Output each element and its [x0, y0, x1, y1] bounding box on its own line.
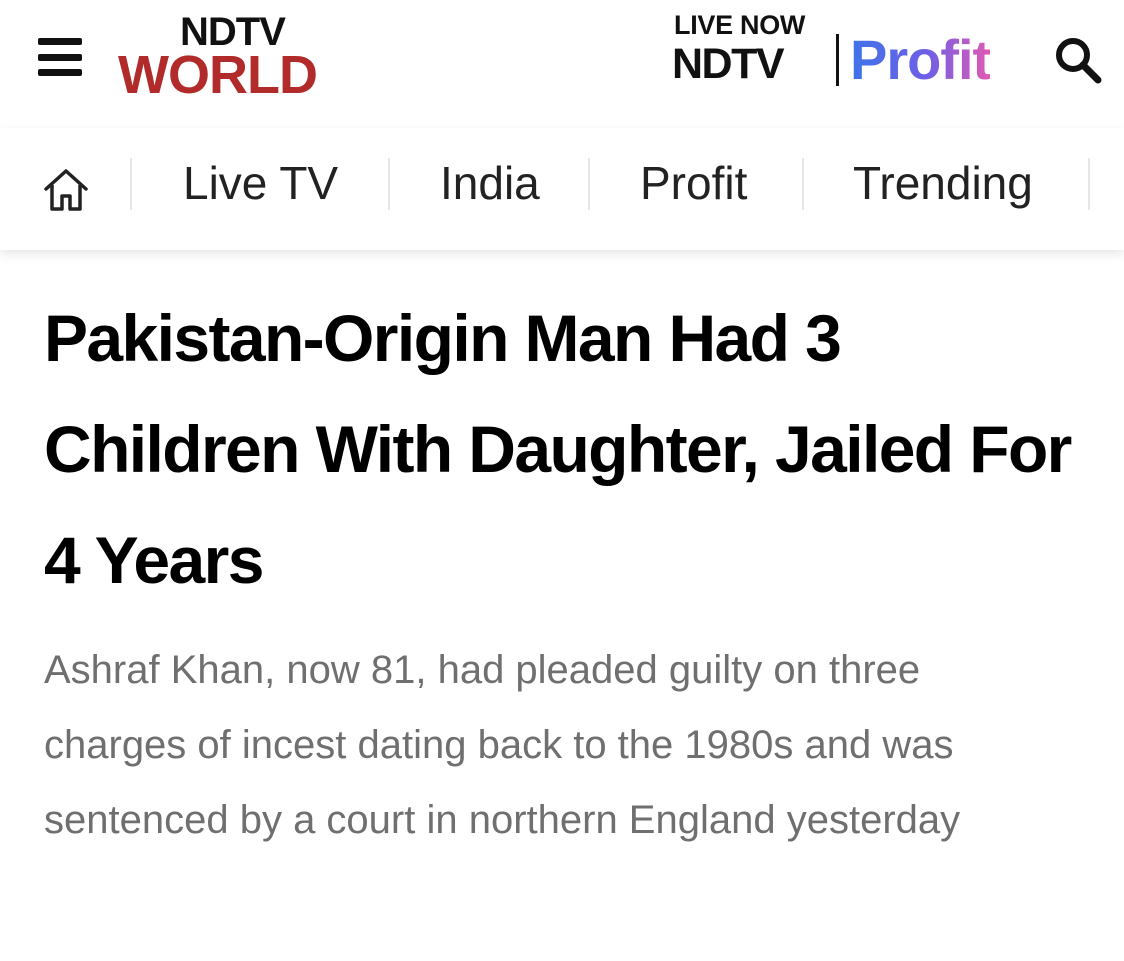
menu-icon[interactable]: [38, 38, 82, 76]
nav-separator: [802, 158, 804, 210]
nav-item-profit[interactable]: Profit: [640, 156, 747, 212]
main-nav: Live TV India Profit Trending: [0, 128, 1124, 250]
article-summary: Ashraf Khan, now 81, had pleaded guilty …: [44, 648, 961, 842]
page: NDTV WORLD LIVE NOW NDTV Profit Live TV: [0, 0, 1124, 961]
nav-separator: [1088, 158, 1090, 210]
nav-separator: [588, 158, 590, 210]
live-now-label: LIVE NOW: [674, 10, 806, 40]
profit-brand-label: Profit: [850, 28, 991, 91]
logo-world-text: WORLD: [118, 45, 318, 105]
nav-item-india[interactable]: India: [440, 156, 540, 212]
nav-item-live-tv[interactable]: Live TV: [183, 156, 338, 212]
article-headline: Pakistan-Origin Man Had 3 Children With …: [44, 301, 1072, 597]
search-icon[interactable]: [1052, 34, 1104, 86]
home-icon[interactable]: [40, 164, 92, 216]
ndtv-channel-label: NDTV: [672, 40, 785, 88]
nav-separator: [388, 158, 390, 210]
logo-divider: [836, 34, 839, 86]
nav-separator: [130, 158, 132, 210]
top-header: NDTV WORLD LIVE NOW NDTV Profit: [0, 0, 1124, 128]
ndtv-world-logo[interactable]: NDTV WORLD: [116, 10, 346, 102]
live-now-ndtv-profit-link[interactable]: LIVE NOW NDTV Profit: [672, 10, 1032, 100]
nav-item-trending[interactable]: Trending: [853, 156, 1033, 212]
